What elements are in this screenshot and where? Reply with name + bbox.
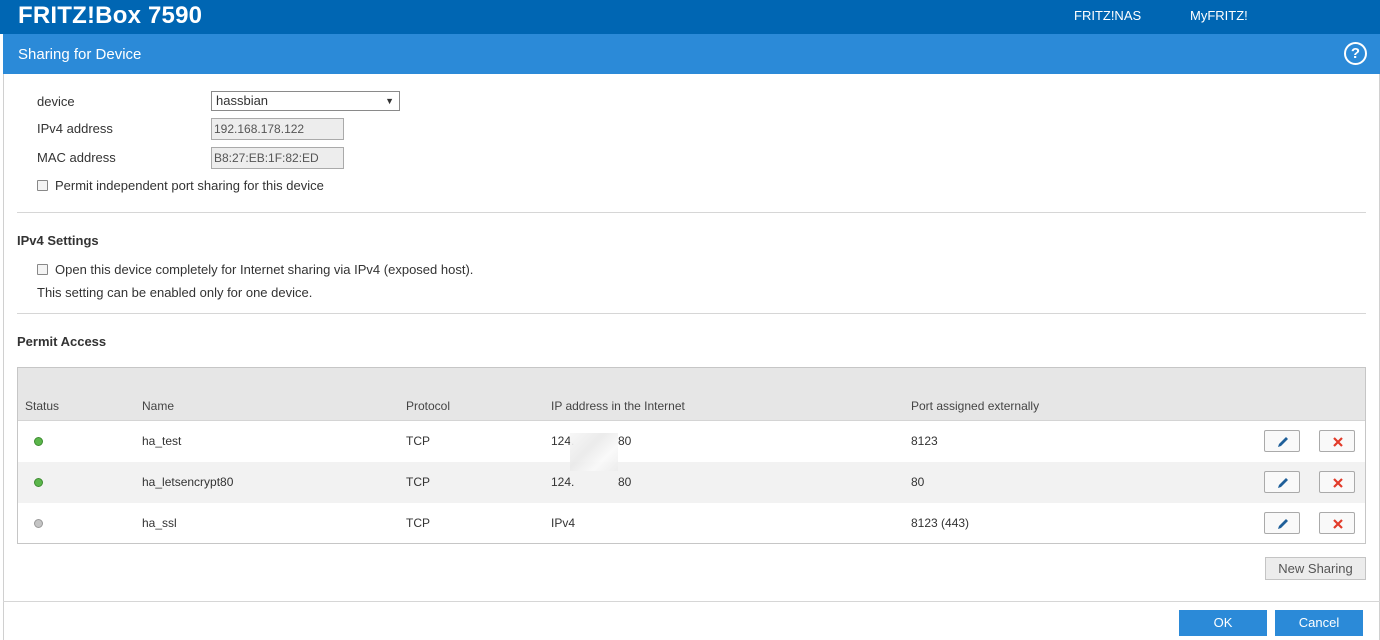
exposed-host-note: This setting can be enabled only for one… (37, 285, 313, 300)
ipv4-address-field[interactable] (211, 118, 344, 140)
help-icon[interactable]: ? (1344, 42, 1367, 65)
mac-address-field[interactable] (211, 147, 344, 169)
dropdown-caret-icon: ▼ (385, 96, 394, 106)
table-row: ha_test TCP 124. 80 8123 (18, 421, 1365, 462)
row-protocol: TCP (406, 516, 430, 530)
row-name: ha_ssl (142, 516, 177, 530)
pencil-icon (1278, 437, 1288, 447)
device-label: device (37, 94, 75, 109)
status-inactive-icon (34, 519, 43, 528)
row-name: ha_letsencrypt80 (142, 475, 234, 489)
edit-button[interactable] (1264, 471, 1300, 493)
column-header-protocol: Protocol (406, 399, 451, 413)
row-port: 8123 (911, 434, 938, 448)
device-select[interactable]: hassbian ▼ (211, 91, 400, 111)
top-header: FRITZ!Box 7590 FRITZ!NAS MyFRITZ! (0, 0, 1380, 34)
column-header-port: Port assigned externally (911, 399, 1040, 413)
nav-fritz-nas[interactable]: FRITZ!NAS (1074, 8, 1141, 24)
edit-button[interactable] (1264, 430, 1300, 452)
ipv4-settings-title: IPv4 Settings (17, 233, 99, 248)
table-row: ha_letsencrypt80 TCP 124. 80 80 (18, 462, 1365, 503)
status-active-icon (34, 437, 43, 446)
pencil-icon (1278, 519, 1288, 529)
row-ip-suffix: 80 (618, 434, 632, 448)
exposed-host-label: Open this device completely for Internet… (55, 262, 474, 277)
row-name: ha_test (142, 434, 182, 448)
nav-myfritz[interactable]: MyFRITZ! (1190, 8, 1248, 24)
close-icon (1333, 437, 1343, 447)
row-port: 80 (911, 475, 925, 489)
permit-independent-label: Permit independent port sharing for this… (55, 178, 324, 193)
edit-button[interactable] (1264, 512, 1300, 534)
column-header-status: Status (25, 399, 60, 413)
close-icon (1333, 478, 1343, 488)
exposed-host-checkbox[interactable] (37, 264, 48, 275)
permit-independent-checkbox[interactable] (37, 180, 48, 191)
dialog-titlebar: Sharing for Device ? (3, 34, 1380, 74)
row-ip-prefix: 124. (551, 475, 575, 489)
ipv4-address-label: IPv4 address (37, 121, 113, 136)
dialog-content (3, 74, 1380, 640)
footer-divider (3, 601, 1380, 602)
mac-address-label: MAC address (37, 150, 116, 165)
new-sharing-button[interactable]: New Sharing (1265, 557, 1366, 580)
delete-button[interactable] (1319, 512, 1355, 534)
row-ip-prefix: IPv4 (551, 516, 576, 530)
pencil-icon (1278, 478, 1288, 488)
port-sharing-table: Status Name Protocol IP address in the I… (17, 367, 1366, 544)
ok-button[interactable]: OK (1179, 610, 1267, 636)
close-icon (1333, 519, 1343, 529)
row-port: 8123 (443) (911, 516, 970, 530)
device-select-value: hassbian (216, 93, 269, 108)
delete-button[interactable] (1319, 430, 1355, 452)
redaction-blur (570, 433, 618, 471)
section-divider (17, 313, 1366, 314)
table-header: Status Name Protocol IP address in the I… (18, 368, 1365, 421)
table-row: ha_ssl TCP IPv4 8123 (443) (18, 503, 1365, 544)
section-divider (17, 212, 1366, 213)
column-header-ip: IP address in the Internet (551, 399, 685, 413)
permit-access-title: Permit Access (17, 334, 107, 349)
column-header-name: Name (142, 399, 175, 413)
row-protocol: TCP (406, 434, 430, 448)
cancel-button[interactable]: Cancel (1275, 610, 1363, 636)
status-active-icon (34, 478, 43, 487)
row-ip-suffix: 80 (618, 475, 632, 489)
page-title: Sharing for Device (18, 46, 142, 63)
brand-logo: FRITZ!Box 7590 (18, 2, 203, 29)
row-protocol: TCP (406, 475, 430, 489)
delete-button[interactable] (1319, 471, 1355, 493)
